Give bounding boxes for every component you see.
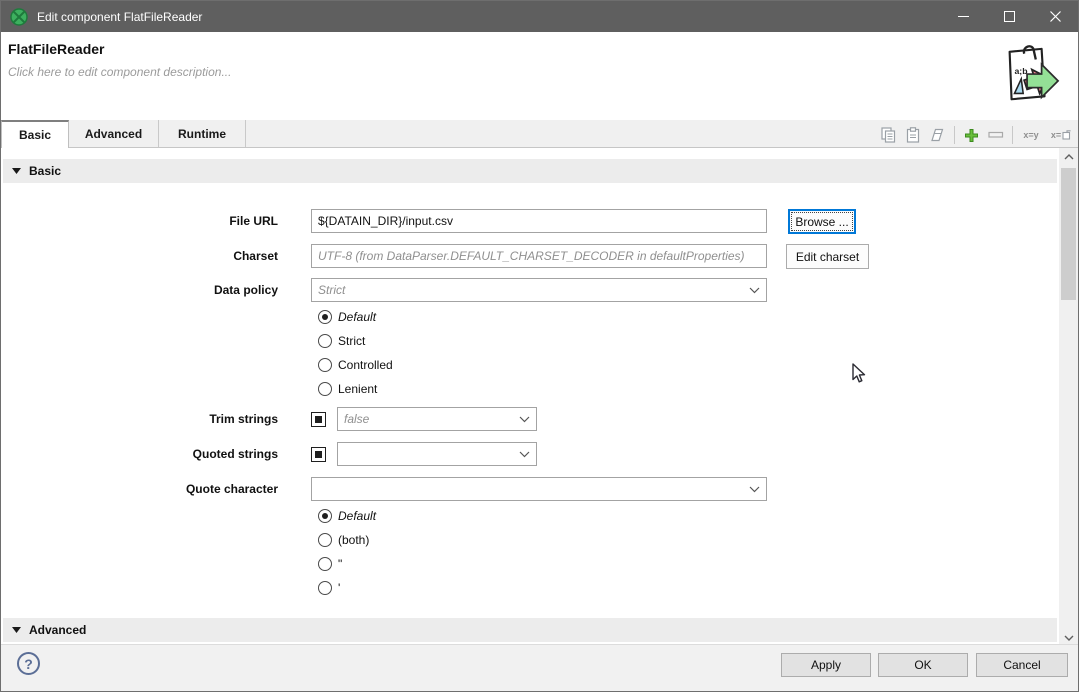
radio-icon [318,382,332,396]
dialog-footer: ? Apply OK Cancel [1,644,1078,691]
tab-basic[interactable]: Basic [1,120,69,148]
component-description-placeholder[interactable]: Click here to edit component description… [8,65,231,79]
chevron-down-icon [519,416,530,423]
section-header-advanced[interactable]: Advanced [3,618,1057,642]
maximize-button[interactable] [986,1,1032,32]
vertical-scrollbar[interactable] [1059,148,1078,646]
cloverdx-logo-icon [10,8,28,26]
edit-charset-button[interactable]: Edit charset [786,244,869,269]
quoted-strings-checkbox[interactable] [311,447,326,462]
radio-icon [318,533,332,547]
chevron-down-icon [749,486,760,493]
toolbar-separator [1012,126,1013,144]
radio-icon [318,334,332,348]
eraser-icon[interactable] [929,126,947,144]
collapse-arrow-icon [12,627,21,633]
edit-component-dialog: Edit component FlatFileReader FlatFileRe… [0,0,1079,692]
chevron-down-icon [749,287,760,294]
quote-option-doublequote[interactable]: " [318,551,342,576]
toolbar-separator [954,126,955,144]
quote-option-singlequote[interactable]: ' [318,575,340,600]
copy-icon[interactable] [879,126,897,144]
radio-icon [318,557,332,571]
data-policy-combo[interactable]: Strict [311,278,767,302]
remove-icon[interactable] [987,126,1005,144]
data-policy-option-default[interactable]: Default [318,304,376,329]
tab-strip: Basic Advanced Runtime [1,120,1078,148]
apply-button[interactable]: Apply [781,653,871,677]
paste-icon[interactable] [904,126,922,144]
collapse-arrow-icon [12,168,21,174]
quote-character-combo[interactable] [311,477,767,501]
data-policy-option-strict[interactable]: Strict [318,328,365,353]
component-name: FlatFileReader [8,41,104,57]
assign-expression-icon[interactable]: x=y [1020,126,1042,144]
trim-strings-combo[interactable]: false [337,407,537,431]
scroll-up-icon[interactable] [1059,148,1078,165]
title-bar: Edit component FlatFileReader [1,1,1078,32]
window-title: Edit component FlatFileReader [37,10,202,24]
mouse-cursor [849,363,869,385]
charset-input[interactable] [311,244,767,268]
chevron-down-icon [519,451,530,458]
trim-strings-checkbox[interactable] [311,412,326,427]
radio-icon [318,310,332,324]
radio-icon [318,581,332,595]
tab-runtime[interactable]: Runtime [159,120,246,147]
data-policy-option-lenient[interactable]: Lenient [318,376,377,401]
tab-advanced[interactable]: Advanced [69,120,159,147]
radio-icon [318,509,332,523]
flat-file-reader-icon: a;b [998,43,1060,109]
component-header: FlatFileReader Click here to edit compon… [1,32,1078,120]
help-button[interactable]: ? [17,652,40,675]
add-icon[interactable] [962,126,980,144]
svg-text:a;b: a;b [1014,66,1027,76]
file-url-label: File URL [1,209,278,233]
charset-label: Charset [1,244,278,268]
basic-tab-panel: Basic File URL Browse ... Charset Edit c… [1,148,1059,646]
quoted-strings-combo[interactable] [337,442,537,466]
scrollbar-thumb[interactable] [1061,168,1076,300]
trim-strings-label: Trim strings [1,407,278,431]
quote-character-label: Quote character [1,477,278,501]
property-toolbar: x=y x= [879,123,1073,147]
quoted-strings-label: Quoted strings [1,442,278,466]
data-policy-option-controlled[interactable]: Controlled [318,352,393,377]
cancel-button[interactable]: Cancel [976,653,1068,677]
data-policy-label: Data policy [1,278,278,302]
close-button[interactable] [1032,1,1078,32]
assign-dialog-icon[interactable]: x= [1049,126,1073,144]
quote-option-both[interactable]: (both) [318,527,369,552]
section-header-basic[interactable]: Basic [3,159,1057,183]
quote-option-default[interactable]: Default [318,503,376,528]
browse-button[interactable]: Browse ... [788,209,856,234]
minimize-button[interactable] [940,1,986,32]
ok-button[interactable]: OK [878,653,968,677]
file-url-input[interactable] [311,209,767,233]
radio-icon [318,358,332,372]
